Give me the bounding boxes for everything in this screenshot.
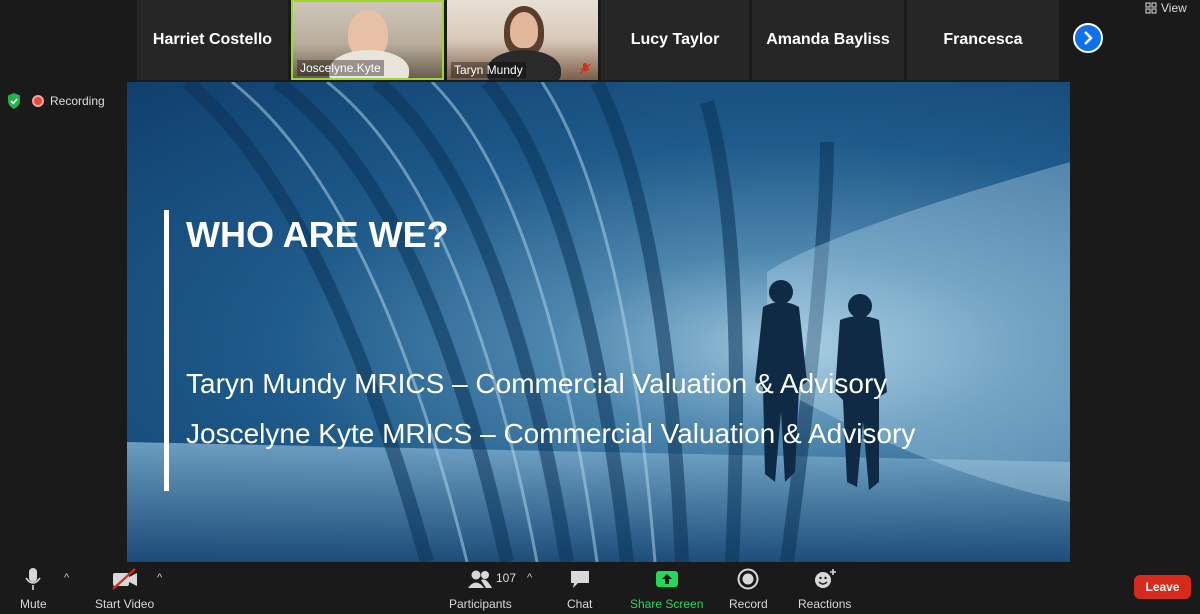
microphone-icon (25, 568, 41, 590)
mic-muted-icon (579, 63, 591, 75)
participant-name: Joscelyne.Kyte (297, 60, 384, 76)
share-screen-label: Share Screen (630, 597, 704, 611)
shield-icon[interactable] (6, 92, 22, 110)
participant-tile[interactable]: Francesca (907, 0, 1059, 80)
mute-label: Mute (20, 597, 47, 611)
reactions-icon (814, 569, 836, 588)
participant-name: Taryn Mundy (451, 62, 526, 78)
record-button[interactable]: Record (729, 567, 768, 611)
participants-icon (468, 570, 493, 588)
record-label: Record (729, 597, 768, 611)
reactions-label: Reactions (798, 597, 852, 611)
participant-video-tile-active[interactable]: Joscelyne.Kyte (291, 0, 444, 80)
meeting-status: Recording (6, 92, 105, 110)
share-screen-icon (655, 571, 678, 587)
leave-button[interactable]: Leave (1134, 575, 1191, 599)
participant-video-tile[interactable]: Taryn Mundy (447, 0, 598, 80)
participants-count: 107 (496, 571, 517, 585)
chat-icon (570, 571, 589, 588)
record-icon (737, 568, 759, 590)
view-label: View (1161, 1, 1187, 15)
video-options-caret[interactable]: ^ (157, 572, 162, 584)
slide-title: WHO ARE WE? (186, 214, 449, 255)
next-page-button[interactable] (1073, 23, 1103, 53)
participant-tile[interactable]: Lucy Taylor (601, 0, 749, 80)
mute-button[interactable]: Mute (20, 567, 47, 611)
mute-options-caret[interactable]: ^ (64, 572, 69, 584)
recording-indicator[interactable]: Recording (32, 94, 105, 108)
reactions-button[interactable]: Reactions (798, 567, 851, 611)
participant-name: Amanda Bayliss (766, 31, 890, 48)
slide-text-line: Taryn Mundy MRICS – Commercial Valuation… (186, 368, 888, 399)
view-grid-icon (1145, 2, 1157, 14)
chat-label: Chat (567, 597, 593, 611)
slide-text-line: Joscelyne Kyte MRICS – Commercial Valuat… (186, 418, 916, 449)
participant-name: Harriet Costello (152, 31, 273, 48)
participant-name: Lucy Taylor (630, 31, 720, 48)
start-video-button[interactable]: Start Video (95, 567, 154, 611)
participant-name: Francesca (943, 31, 1023, 48)
participants-options-caret[interactable]: ^ (527, 572, 532, 584)
participant-tile[interactable]: Harriet Costello (137, 0, 288, 80)
participant-tile[interactable]: Amanda Bayliss (752, 0, 904, 80)
slide-accent-bar (164, 210, 169, 491)
start-video-label: Start Video (95, 597, 155, 611)
participants-label: Participants (449, 597, 512, 611)
meeting-toolbar: Mute ^ Start Video ^ Participants 107 ^ (0, 562, 1200, 614)
recording-label: Recording (50, 94, 105, 108)
chevron-right-icon (1084, 31, 1093, 45)
participant-face (510, 12, 538, 48)
share-screen-button[interactable]: Share Screen (630, 567, 703, 611)
participant-strip: Harriet Costello Joscelyne.Kyte Taryn Mu… (0, 0, 1200, 80)
tunnel-background-image (127, 82, 1070, 562)
video-off-icon (111, 568, 137, 590)
view-button[interactable]: View (1145, 0, 1187, 16)
chat-button[interactable]: Chat (567, 567, 592, 611)
recording-icon (32, 95, 44, 107)
shared-screen-slide: WHO ARE WE? Taryn Mundy MRICS – Commerci… (127, 82, 1070, 562)
